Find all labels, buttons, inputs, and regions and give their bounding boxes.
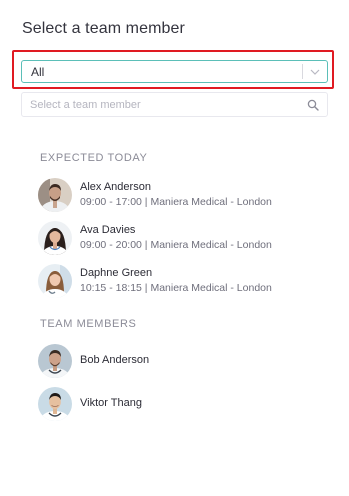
search-input[interactable] [30,96,290,113]
person-shift: 09:00 - 20:00 | Maniera Medical - London [80,239,272,251]
team-list-item[interactable]: Viktor Thang [38,387,238,421]
avatar [38,264,72,298]
expected-list-item[interactable]: Ava Davies 09:00 - 20:00 | Maniera Medic… [38,221,298,255]
person-name: Bob Anderson [80,354,150,366]
person-name: Daphne Green [80,267,153,279]
chevron-down-icon[interactable] [309,66,321,78]
avatar [38,178,72,212]
page-title: Select a team member [22,20,185,37]
person-name: Ava Davies [80,224,136,236]
expected-list-item[interactable]: Daphne Green 10:15 - 18:15 | Maniera Med… [38,264,298,298]
search-field[interactable] [21,92,328,117]
team-member-select[interactable]: All [21,60,328,83]
team-list-item[interactable]: Bob Anderson [38,344,238,378]
team-members-heading: TEAM MEMBERS [40,318,137,330]
avatar [38,221,72,255]
person-name: Viktor Thang [80,397,142,409]
search-icon[interactable] [307,99,319,111]
expected-list-item[interactable]: Alex Anderson 09:00 - 17:00 | Maniera Me… [38,178,298,212]
person-shift: 09:00 - 17:00 | Maniera Medical - London [80,196,272,208]
person-shift: 10:15 - 18:15 | Maniera Medical - London [80,282,272,294]
person-name: Alex Anderson [80,181,151,193]
select-divider [302,64,303,79]
expected-today-heading: EXPECTED TODAY [40,152,148,164]
avatar [38,387,72,421]
avatar [38,344,72,378]
select-value: All [31,65,45,79]
